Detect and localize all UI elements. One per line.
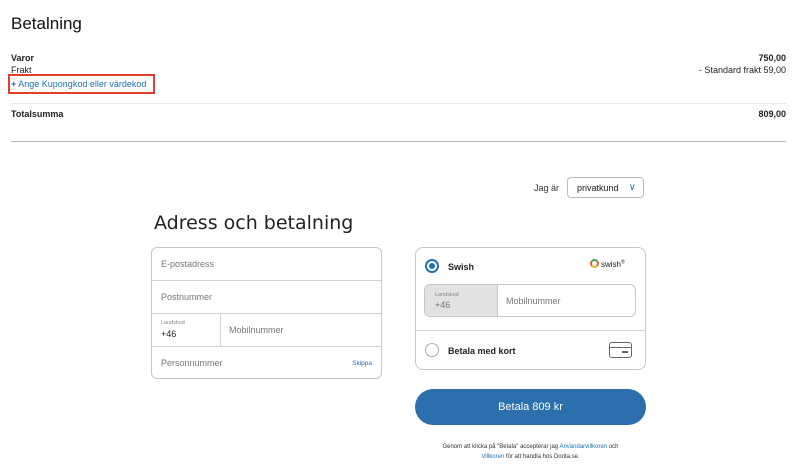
swish-logo-registered: ® <box>621 259 625 266</box>
skip-link[interactable]: Skippa <box>352 360 372 367</box>
pay-button[interactable]: Betala 809 kr <box>415 389 646 425</box>
card-label: Betala med kort <box>448 346 516 356</box>
swish-country-code[interactable]: Landskod +46 <box>425 285 498 316</box>
terms-text: Genom att klicka på "Betala" accepterar … <box>415 442 646 462</box>
plus-icon: + <box>11 79 17 89</box>
phone-row: Landskod +46 Mobilnummer <box>152 314 381 347</box>
terms-part-2: och <box>607 444 619 450</box>
swish-label: Swish <box>448 262 475 272</box>
email-placeholder: E-postadress <box>161 259 215 269</box>
swish-logo-mark <box>590 259 599 268</box>
swish-country-code-value: +46 <box>435 300 451 310</box>
email-field[interactable]: E-postadress <box>152 248 381 281</box>
shipping-value: - Standard frakt 59,00 <box>698 65 786 75</box>
swish-country-code-label: Landskod <box>435 292 459 298</box>
coupon-link[interactable]: + Ange Kupongkod eller värdekod <box>11 79 146 89</box>
postal-placeholder: Postnummer <box>161 292 213 302</box>
summary-divider <box>11 103 786 104</box>
user-terms-link[interactable]: Användarvillkoren <box>559 444 607 450</box>
postal-code-field[interactable]: Postnummer <box>152 281 381 314</box>
country-code-label: Landskod <box>161 320 185 326</box>
mobile-placeholder: Mobilnummer <box>229 325 284 335</box>
goods-row: Varor 750,00 <box>11 53 786 63</box>
total-row: Totalsumma 809,00 <box>11 109 786 119</box>
credit-card-icon <box>609 342 632 358</box>
card-radio[interactable] <box>425 343 439 357</box>
personal-number-placeholder: Personnummer <box>161 358 223 368</box>
total-value: 809,00 <box>758 109 786 119</box>
terms-link[interactable]: Villkoren <box>481 454 504 460</box>
customer-type-select[interactable]: privatkund ∨ <box>567 177 644 198</box>
goods-label: Varor <box>11 53 35 63</box>
country-code-value: +46 <box>161 329 177 339</box>
swish-phone-field: Landskod +46 Mobilnummer <box>424 284 636 317</box>
customer-type-value: privatkund <box>577 183 619 193</box>
payment-divider <box>415 330 646 331</box>
swish-logo-text: swish <box>601 260 622 269</box>
terms-part-3: för att handla hos Dorita.se. <box>504 454 580 460</box>
section-divider <box>11 141 786 142</box>
customer-type-label: Jag är <box>534 183 560 193</box>
address-form: E-postadress Postnummer Landskod +46 Mob… <box>151 247 382 379</box>
country-code-select[interactable]: Landskod +46 <box>152 314 220 346</box>
mobile-field[interactable]: Mobilnummer <box>221 314 381 346</box>
total-label: Totalsumma <box>11 109 64 119</box>
chevron-down-icon: ∨ <box>628 182 636 193</box>
swish-logo: swish® <box>590 259 625 269</box>
coupon-label: Ange Kupongkod eller värdekod <box>18 79 147 89</box>
swish-mobile-placeholder: Mobilnummer <box>506 296 561 306</box>
page-title: Betalning <box>11 14 82 33</box>
personal-number-field[interactable]: Personnummer Skippa <box>152 347 381 378</box>
swish-mobile-input[interactable]: Mobilnummer <box>499 285 635 316</box>
terms-part-1: Genom att klicka på "Betala" accepterar … <box>442 444 560 450</box>
swish-radio[interactable] <box>425 259 439 273</box>
goods-value: 750,00 <box>758 53 786 63</box>
address-heading: Adress och betalning <box>154 212 354 234</box>
